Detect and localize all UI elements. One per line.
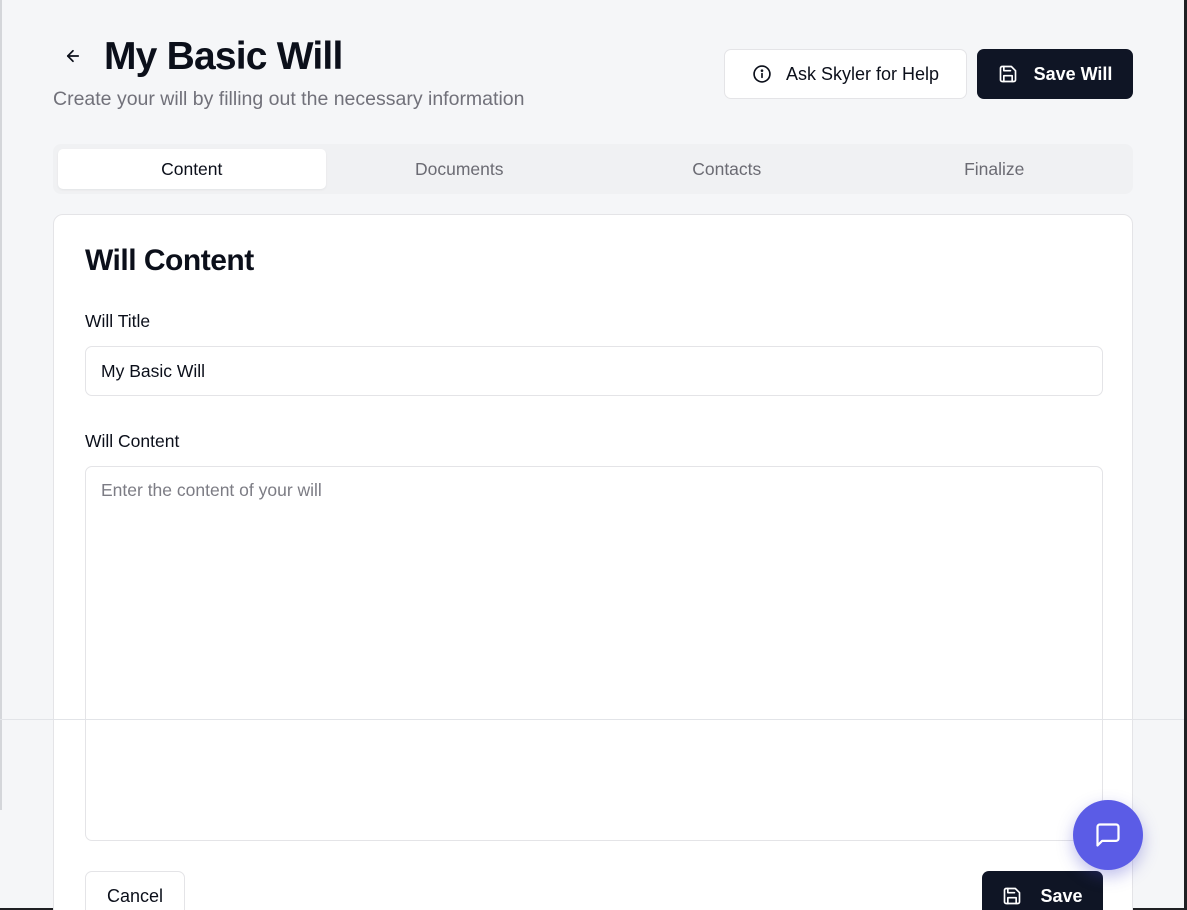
page-title: My Basic Will bbox=[104, 35, 343, 78]
info-icon bbox=[753, 65, 771, 83]
tab-bar: Content Documents Contacts Finalize bbox=[53, 144, 1133, 194]
ask-skyler-help-label: Ask Skyler for Help bbox=[785, 63, 940, 84]
section-title: Will Content bbox=[85, 244, 254, 277]
window-frame-left bbox=[0, 0, 2, 810]
save-label: Save bbox=[1040, 885, 1083, 906]
tab-contacts[interactable]: Contacts bbox=[593, 149, 861, 189]
chat-icon bbox=[1096, 823, 1120, 847]
chat-button[interactable] bbox=[1073, 800, 1143, 870]
cancel-button[interactable]: Cancel bbox=[85, 871, 185, 910]
save-icon bbox=[1004, 887, 1021, 905]
arrow-left-icon bbox=[66, 49, 80, 63]
will-content-textarea[interactable] bbox=[85, 466, 1103, 841]
tab-content[interactable]: Content bbox=[58, 149, 326, 189]
save-button[interactable]: Save bbox=[982, 871, 1103, 910]
will-content-label: Will Content bbox=[85, 431, 180, 451]
save-will-button[interactable]: Save Will bbox=[977, 49, 1133, 99]
save-will-label: Save Will bbox=[1033, 63, 1113, 84]
save-icon bbox=[999, 65, 1016, 83]
page-subtitle: Create your will by filling out the nece… bbox=[53, 88, 525, 110]
will-title-input[interactable] bbox=[85, 346, 1103, 396]
ask-skyler-help-button[interactable]: Ask Skyler for Help bbox=[724, 49, 967, 99]
will-title-label: Will Title bbox=[85, 311, 151, 331]
back-button[interactable] bbox=[61, 44, 85, 68]
will-content-card: Will Content Will Title Will Content Can… bbox=[53, 214, 1133, 910]
tab-documents[interactable]: Documents bbox=[326, 149, 594, 189]
tab-finalize[interactable]: Finalize bbox=[861, 149, 1129, 189]
